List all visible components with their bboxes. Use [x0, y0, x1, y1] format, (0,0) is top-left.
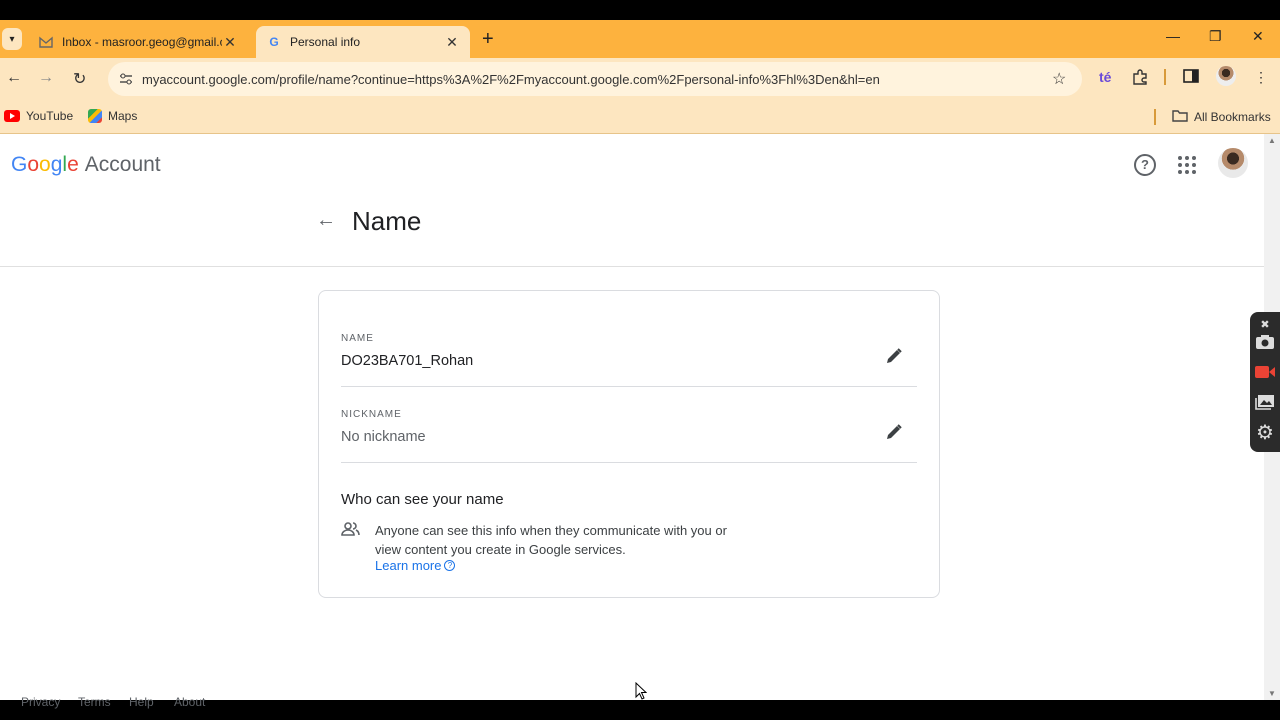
minimize-button[interactable]: —: [1166, 28, 1180, 44]
help-circle-icon: ?: [444, 560, 456, 571]
gmail-icon: [38, 34, 54, 50]
tab-title: Personal info: [290, 35, 361, 49]
google-g-icon: G: [269, 35, 279, 49]
mouse-cursor-icon: [635, 681, 648, 700]
bookmark-label: Maps: [108, 109, 138, 123]
extensions-puzzle-icon[interactable]: [1132, 69, 1148, 88]
video-record-icon[interactable]: [1253, 360, 1277, 384]
screen-recorder-toolbar: ✖ ⚙: [1250, 312, 1280, 452]
nickname-field-row[interactable]: NICKNAME No nickname: [341, 387, 917, 463]
google-account-logo[interactable]: G o o g l e Account: [11, 153, 161, 177]
browser-window: ▾ Inbox - masroor.geog@gmail.c ✕ G Perso…: [0, 20, 1280, 709]
bookmark-youtube[interactable]: YouTube: [4, 109, 73, 123]
toolbar-divider: [1164, 69, 1166, 85]
tab-strip: ▾ Inbox - masroor.geog@gmail.c ✕ G Perso…: [0, 20, 1280, 58]
address-bar[interactable]: myaccount.google.com/profile/name?contin…: [108, 62, 1082, 96]
camera-icon[interactable]: [1253, 330, 1277, 354]
reload-icon[interactable]: ↻: [73, 69, 86, 89]
new-tab-button[interactable]: +: [482, 29, 494, 49]
restore-button[interactable]: ❐: [1209, 28, 1222, 45]
site-settings-icon[interactable]: [116, 69, 136, 89]
gallery-icon[interactable]: [1253, 390, 1277, 414]
tab-inbox[interactable]: Inbox - masroor.geog@gmail.c ✕: [28, 26, 248, 58]
name-label: NAME: [341, 333, 374, 344]
bookmarks-bar: YouTube Maps All Bookmarks: [0, 100, 1280, 134]
logo-account-text: Account: [84, 153, 161, 176]
back-arrow-icon[interactable]: ←: [316, 209, 336, 232]
close-window-button[interactable]: ✕: [1252, 28, 1264, 45]
name-field-row[interactable]: NAME DO23BA701_Rohan: [341, 311, 917, 387]
people-icon: [341, 521, 361, 537]
footer-about-link[interactable]: About: [174, 695, 205, 709]
learn-more-text: Learn more: [375, 558, 442, 573]
apps-grid-icon[interactable]: [1178, 156, 1196, 174]
bookmark-star-icon[interactable]: ☆: [1052, 69, 1082, 89]
page-title: Name: [352, 206, 422, 236]
tab-personal-info[interactable]: G Personal info ✕: [256, 26, 470, 58]
logo-letter: o: [27, 153, 40, 176]
scroll-down-icon[interactable]: ▼: [1268, 689, 1276, 698]
nickname-value: No nickname: [341, 429, 426, 445]
nickname-label: NICKNAME: [341, 409, 402, 420]
help-icon[interactable]: ?: [1134, 154, 1156, 176]
maps-icon: [88, 109, 102, 123]
folder-icon: [1172, 109, 1188, 125]
extension-te[interactable]: té: [1099, 69, 1111, 85]
forward-arrow-icon[interactable]: →: [38, 69, 54, 87]
youtube-icon: [4, 110, 20, 122]
name-value: DO23BA701_Rohan: [341, 353, 474, 369]
url-text: myaccount.google.com/profile/name?contin…: [142, 71, 880, 87]
name-card: NAME DO23BA701_Rohan NICKNAME No nicknam…: [318, 290, 940, 598]
close-tab-icon[interactable]: ✕: [444, 34, 460, 50]
account-avatar[interactable]: [1218, 148, 1248, 178]
footer-privacy-link[interactable]: Privacy: [21, 695, 60, 709]
bookmark-label: YouTube: [26, 109, 74, 123]
close-tab-icon[interactable]: ✕: [222, 34, 238, 50]
side-panel-icon[interactable]: [1183, 69, 1199, 86]
chevron-down-icon: ▾: [9, 33, 15, 45]
settings-gear-icon[interactable]: ⚙: [1253, 420, 1277, 444]
profile-avatar[interactable]: [1216, 66, 1236, 86]
all-bookmarks-label: All Bookmarks: [1194, 110, 1271, 124]
logo-letter: g: [50, 153, 63, 176]
back-arrow-icon[interactable]: ←: [6, 69, 22, 87]
footer-help-link[interactable]: Help: [129, 695, 154, 709]
visibility-title: Who can see your name: [341, 491, 504, 508]
footer-terms-link[interactable]: Terms: [78, 695, 111, 709]
all-bookmarks-button[interactable]: All Bookmarks: [1172, 109, 1271, 125]
logo-letter: e: [67, 153, 79, 176]
browser-toolbar: ← → ↻ myaccount.google.com/profile/name?…: [0, 58, 1280, 100]
tab-search-button[interactable]: ▾: [2, 28, 22, 50]
more-menu-icon[interactable]: ⋮: [1254, 69, 1268, 86]
page-header: ← Name: [0, 194, 1264, 267]
edit-nickname-pencil-icon[interactable]: [883, 421, 905, 443]
bookmarks-divider: [1154, 109, 1156, 125]
logo-letter: o: [39, 153, 51, 176]
scroll-up-icon[interactable]: ▲: [1268, 136, 1276, 145]
edit-name-pencil-icon[interactable]: [883, 345, 905, 367]
learn-more-link[interactable]: Learn more ?: [375, 558, 456, 573]
page-content: G o o g l e Account ? ← Name NAME DO23BA…: [0, 134, 1264, 709]
visibility-description: Anyone can see this info when they commu…: [375, 523, 727, 557]
logo-letter: G: [11, 153, 28, 176]
bookmark-maps[interactable]: Maps: [88, 109, 137, 123]
tab-title: Inbox - masroor.geog@gmail.c: [62, 35, 222, 49]
